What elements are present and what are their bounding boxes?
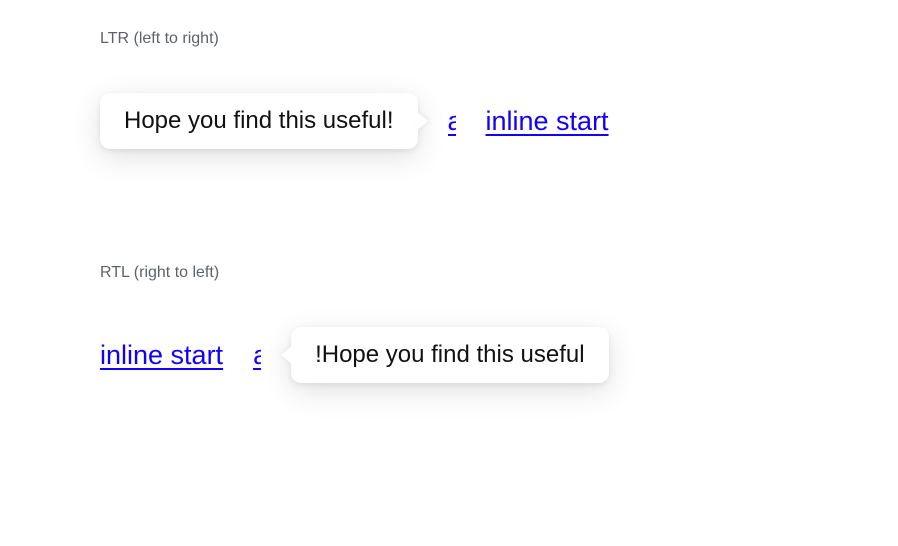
rtl-tooltip-text: !Hope you find this useful — [315, 341, 585, 368]
tooltip-arrow-left-icon — [281, 345, 293, 365]
rtl-obscured-link-fragment: a — [253, 340, 261, 371]
ltr-example-row: Hope you find this useful! a inline star… — [100, 93, 798, 149]
rtl-tooltip: !Hope you find this useful — [291, 327, 609, 383]
ltr-tooltip-text: Hope you find this useful! — [124, 107, 394, 134]
tooltip-arrow-right-icon — [416, 111, 428, 131]
rtl-section: RTL (right to left) inline start a !Hope… — [0, 264, 898, 383]
rtl-label: RTL (right to left) — [100, 264, 798, 282]
rtl-example-row: inline start a !Hope you find this usefu… — [100, 327, 798, 383]
ltr-obscured-link-fragment: a — [448, 106, 456, 137]
ltr-tooltip: Hope you find this useful! — [100, 93, 418, 149]
ltr-label: LTR (left to right) — [100, 30, 798, 48]
ltr-inline-start-link[interactable]: inline start — [486, 106, 609, 137]
ltr-section: LTR (left to right) Hope you find this u… — [0, 30, 898, 149]
rtl-inline-start-link[interactable]: inline start — [100, 340, 223, 371]
